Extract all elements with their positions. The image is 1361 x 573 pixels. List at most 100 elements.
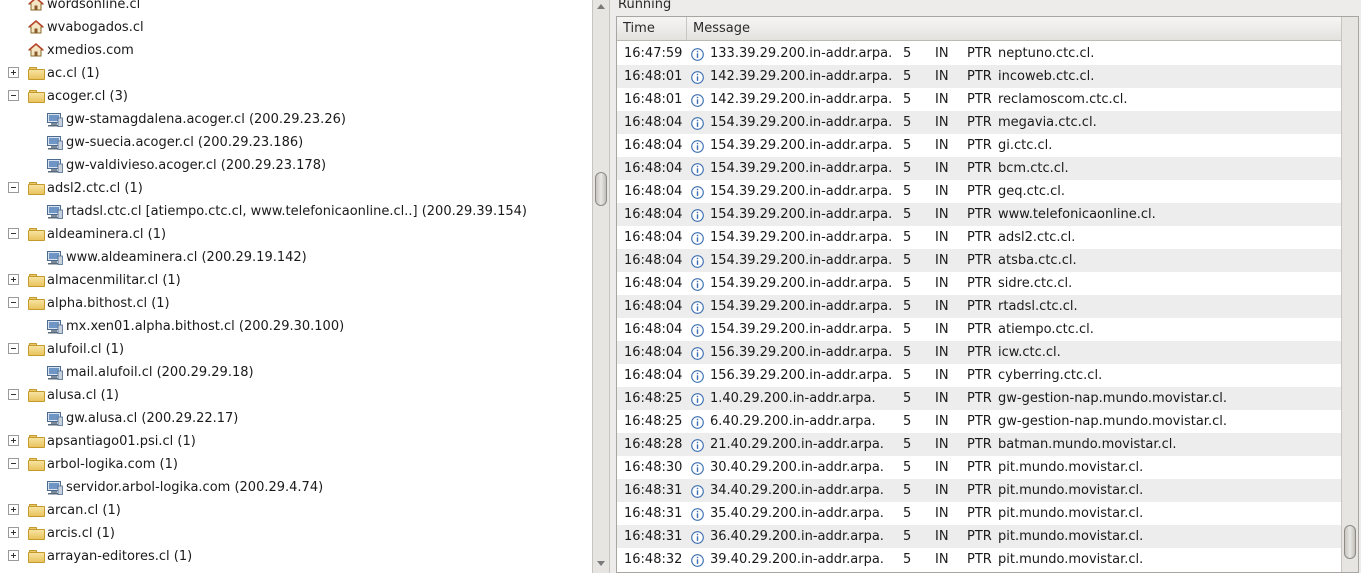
log-type: PTR (967, 138, 992, 153)
tree-zone-row[interactable]: arrayan-editores.cl (1) (0, 545, 592, 568)
tree-host-row[interactable]: servidor.arbol-logika.com (200.29.4.74) (0, 476, 592, 499)
tree-item-label: arcan.cl (1) (47, 503, 121, 518)
info-icon (691, 46, 704, 61)
tree-host-row[interactable]: gw-suecia.acoger.cl (200.29.23.186) (0, 131, 592, 154)
info-icon (691, 276, 704, 291)
tree-home-row[interactable]: wvabogados.cl (0, 16, 592, 39)
scroll-up-arrow-icon[interactable] (597, 4, 605, 9)
zone-tree[interactable]: wordsonline.cl wvabogados.cl xmedios.com ac… (0, 0, 592, 573)
log-ttl: 5 (903, 460, 912, 475)
collapse-toggle-icon[interactable] (8, 228, 19, 239)
tree-zone-row[interactable]: alpha.bithost.cl (1) (0, 292, 592, 315)
expand-toggle-icon[interactable] (8, 504, 19, 515)
tree-host-row[interactable]: gw-valdivieso.acoger.cl (200.29.23.178) (0, 154, 592, 177)
collapse-toggle-icon[interactable] (8, 458, 19, 469)
log-row[interactable]: 16:48:04 156.39.29.200.in-addr.arpa. 5 IN PT… (617, 364, 1341, 387)
collapse-toggle-icon[interactable] (8, 389, 19, 400)
tree-host-row[interactable]: rtadsl.ctc.cl [atiempo.ctc.cl, www.telef… (0, 200, 592, 223)
log-row[interactable]: 16:48:25 6.40.29.200.in-addr.arpa. 5 IN PTR g… (617, 410, 1341, 433)
server-icon (47, 319, 63, 334)
log-ttl: 5 (903, 368, 912, 383)
log-row[interactable]: 16:48:25 1.40.29.200.in-addr.arpa. 5 IN PTR g… (617, 387, 1341, 410)
log-row[interactable]: 16:48:04 154.39.29.200.in-addr.arpa. 5 IN PT… (617, 203, 1341, 226)
log-time: 16:48:01 (624, 69, 683, 84)
column-header-message[interactable]: Message (687, 17, 1341, 40)
tree-host-row[interactable]: mail.alufoil.cl (200.29.29.18) (0, 361, 592, 384)
log-row[interactable]: 16:48:04 154.39.29.200.in-addr.arpa. 5 IN PT… (617, 318, 1341, 341)
collapse-toggle-icon[interactable] (8, 90, 19, 101)
info-icon (691, 184, 704, 199)
folder-icon (28, 389, 45, 402)
log-time: 16:48:32 (624, 552, 683, 567)
log-class: IN (935, 138, 949, 153)
server-icon (47, 112, 63, 127)
column-header-time[interactable]: Time (617, 17, 687, 40)
log-row[interactable]: 16:47:59 133.39.29.200.in-addr.arpa. 5 IN PT… (617, 42, 1341, 65)
log-row[interactable]: 16:48:04 154.39.29.200.in-addr.arpa. 5 IN PT… (617, 157, 1341, 180)
tree-host-row[interactable]: mx.xen01.alpha.bithost.cl (200.29.30.100… (0, 315, 592, 338)
tree-zone-row[interactable]: adsl2.ctc.cl (1) (0, 177, 592, 200)
tree-zone-row[interactable]: almacenmilitar.cl (1) (0, 269, 592, 292)
collapse-toggle-icon[interactable] (8, 343, 19, 354)
tree-zone-row[interactable]: acoger.cl (3) (0, 85, 592, 108)
tree-zone-row[interactable]: arcis.cl (1) (0, 522, 592, 545)
log-row[interactable]: 16:48:04 154.39.29.200.in-addr.arpa. 5 IN PT… (617, 226, 1341, 249)
server-icon (47, 250, 63, 265)
log-ptr-name: gw-gestion-nap.mundo.movistar.cl. (998, 391, 1227, 406)
tree-host-row[interactable]: gw.alusa.cl (200.29.22.17) (0, 407, 592, 430)
expand-toggle-icon[interactable] (8, 550, 19, 561)
tree-zone-row[interactable]: alusa.cl (1) (0, 384, 592, 407)
log-type: PTR (967, 230, 992, 245)
tree-zone-row[interactable]: ac.cl (1) (0, 62, 592, 85)
log-row[interactable]: 16:48:28 21.40.29.200.in-addr.arpa. 5 IN PTR… (617, 433, 1341, 456)
log-row[interactable]: 16:48:01 142.39.29.200.in-addr.arpa. 5 IN PT… (617, 88, 1341, 111)
tree-home-row[interactable]: xmedios.com (0, 39, 592, 62)
log-ptr-name: cyberring.ctc.cl. (998, 368, 1103, 383)
log-row[interactable]: 16:48:04 154.39.29.200.in-addr.arpa. 5 IN PT… (617, 134, 1341, 157)
log-row[interactable]: 16:48:31 36.40.29.200.in-addr.arpa. 5 IN PTR… (617, 525, 1341, 548)
log-row[interactable]: 16:48:01 142.39.29.200.in-addr.arpa. 5 IN PT… (617, 65, 1341, 88)
tree-item-label: arcis.cl (1) (47, 526, 115, 541)
collapse-toggle-icon[interactable] (8, 182, 19, 193)
log-scrollbar[interactable] (1341, 17, 1358, 572)
tree-scrollbar[interactable] (592, 0, 610, 573)
log-row[interactable]: 16:48:04 154.39.29.200.in-addr.arpa. 5 IN PT… (617, 272, 1341, 295)
log-row[interactable]: 16:48:31 35.40.29.200.in-addr.arpa. 5 IN PTR… (617, 502, 1341, 525)
log-class: IN (935, 437, 949, 452)
log-row[interactable]: 16:48:04 154.39.29.200.in-addr.arpa. 5 IN PT… (617, 295, 1341, 318)
tree-zone-row[interactable]: aldeaminera.cl (1) (0, 223, 592, 246)
tree-zone-row[interactable]: arrayan.cl (1) (0, 568, 592, 573)
log-row[interactable]: 16:48:31 34.40.29.200.in-addr.arpa. 5 IN PTR… (617, 479, 1341, 502)
expand-toggle-icon[interactable] (8, 274, 19, 285)
collapse-toggle-icon[interactable] (8, 297, 19, 308)
scroll-down-arrow-icon[interactable] (597, 561, 605, 566)
expand-toggle-icon[interactable] (8, 527, 19, 538)
log-class: IN (935, 92, 949, 107)
expand-toggle-icon[interactable] (8, 67, 19, 78)
log-row[interactable]: 16:48:04 154.39.29.200.in-addr.arpa. 5 IN PT… (617, 111, 1341, 134)
log-row[interactable]: 16:48:32 39.40.29.200.in-addr.arpa. 5 IN PTR… (617, 548, 1341, 571)
log-row[interactable]: 16:48:04 154.39.29.200.in-addr.arpa. 5 IN PT… (617, 180, 1341, 203)
info-icon (691, 253, 704, 268)
folder-icon (28, 504, 45, 517)
tree-item-label: apsantiago01.psi.cl (1) (47, 434, 196, 449)
tree-host-row[interactable]: www.aldeaminera.cl (200.29.19.142) (0, 246, 592, 269)
tree-zone-row[interactable]: apsantiago01.psi.cl (1) (0, 430, 592, 453)
tree-zone-row[interactable]: alufoil.cl (1) (0, 338, 592, 361)
tree-scroll-thumb[interactable] (595, 172, 607, 206)
expand-toggle-icon[interactable] (8, 435, 19, 446)
tree-home-row[interactable]: wordsonline.cl (0, 0, 592, 16)
log-row[interactable]: 16:48:04 156.39.29.200.in-addr.arpa. 5 IN PT… (617, 341, 1341, 364)
log-ttl: 5 (903, 299, 912, 314)
tree-host-row[interactable]: gw-stamagdalena.acoger.cl (200.29.23.26) (0, 108, 592, 131)
log-class: IN (935, 299, 949, 314)
log-address: 154.39.29.200.in-addr.arpa. (710, 161, 893, 176)
log-scroll-thumb[interactable] (1344, 525, 1356, 559)
log-row[interactable]: 16:48:30 30.40.29.200.in-addr.arpa. 5 IN PTR… (617, 456, 1341, 479)
log-row[interactable]: 16:48:04 154.39.29.200.in-addr.arpa. 5 IN PT… (617, 249, 1341, 272)
tree-zone-row[interactable]: arbol-logika.com (1) (0, 453, 592, 476)
log-type: PTR (967, 460, 992, 475)
tree-item-label: almacenmilitar.cl (1) (47, 273, 181, 288)
log-address: 133.39.29.200.in-addr.arpa. (710, 46, 893, 61)
tree-zone-row[interactable]: arcan.cl (1) (0, 499, 592, 522)
